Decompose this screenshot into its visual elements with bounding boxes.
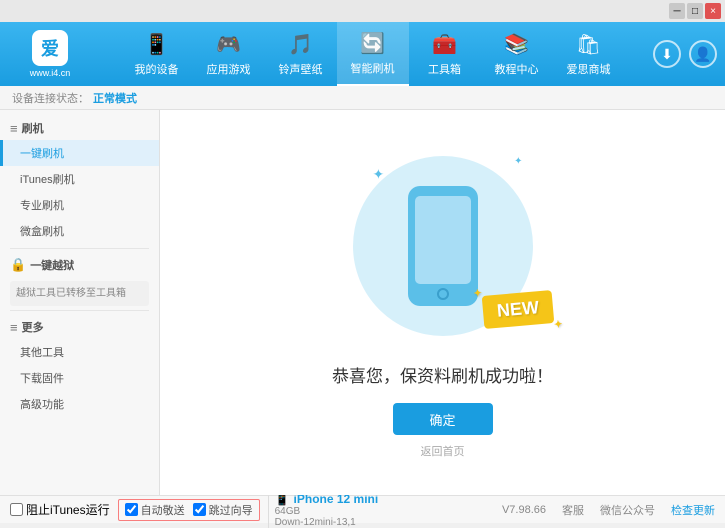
nav-item-my-device[interactable]: 📱 我的设备 — [121, 22, 193, 86]
nav-item-ringtones-label: 铃声壁纸 — [279, 61, 323, 77]
stop-itunes-label: 阻止iTunes运行 — [26, 501, 110, 518]
bottom-left: 阻止iTunes运行 自动敬送 跳过向导 📱 iPhone 12 mini 64… — [10, 492, 502, 528]
nav-item-ringtones[interactable]: 🎵 铃声壁纸 — [265, 22, 337, 86]
auto-send-checkbox-item: 自动敬送 — [125, 502, 185, 518]
nav-item-toolbox[interactable]: 🧰 工具箱 — [409, 22, 481, 86]
tutorials-icon: 📚 — [504, 32, 529, 57]
check-update-link[interactable]: 检查更新 — [671, 502, 715, 518]
minimize-button[interactable]: ─ — [669, 3, 685, 19]
nav-item-apps-games[interactable]: 🎮 应用游戏 — [193, 22, 265, 86]
sparkle-top-right: ✦ — [514, 156, 522, 167]
version-text: V7.98.66 — [502, 504, 546, 516]
sidebar-section-flash: ≡ 刷机 — [0, 116, 159, 140]
sidebar-item-download-fw[interactable]: 下载固件 — [0, 365, 159, 391]
bottom-right: V7.98.66 客服 微信公众号 检查更新 — [502, 502, 715, 518]
download-button[interactable]: ⬇ — [653, 40, 681, 68]
wechat-link[interactable]: 微信公众号 — [600, 502, 655, 518]
nav-item-smart-flash[interactable]: 🔄 智能刷机 — [337, 22, 409, 86]
sidebar-section-jailbreak: 🔒 一键越狱 — [0, 253, 159, 277]
sidebar: ≡ 刷机 一键刷机 iTunes刷机 专业刷机 微盒刷机 🔒 一键越狱 越狱工具… — [0, 110, 160, 495]
sidebar-divider-1 — [10, 248, 149, 249]
confirm-button[interactable]: 确定 — [393, 403, 493, 435]
auto-send-checkbox[interactable] — [125, 503, 138, 516]
phone-body — [408, 186, 478, 306]
skip-wizard-checkbox[interactable] — [193, 503, 206, 516]
success-text: 恭喜您，保资料刷机成功啦！ — [332, 362, 553, 387]
logo-icon: 爱 — [32, 30, 68, 66]
title-bar: ─ □ × — [0, 0, 725, 22]
close-button[interactable]: × — [705, 3, 721, 19]
new-badge: NEW — [481, 290, 554, 329]
store-icon: 🛍 — [576, 32, 601, 57]
phone-screen — [415, 196, 471, 284]
header: 爱 www.i4.cn 📱 我的设备 🎮 应用游戏 🎵 铃声壁纸 🔄 智能刷机 … — [0, 22, 725, 86]
skip-wizard-label: 跳过向导 — [209, 502, 253, 518]
logo-area: 爱 www.i4.cn — [0, 30, 100, 78]
stop-itunes-checkbox[interactable] — [10, 503, 23, 516]
sidebar-item-other-tools[interactable]: 其他工具 — [0, 339, 159, 365]
nav-item-store[interactable]: 🛍 爱思商城 — [553, 22, 625, 86]
nav-item-toolbox-label: 工具箱 — [428, 61, 461, 77]
back-link[interactable]: 返回首页 — [421, 443, 465, 459]
device-info-panel: 📱 iPhone 12 mini 64GB Down-12mini-13,1 — [268, 492, 379, 528]
lock-icon: 🔒 — [10, 257, 26, 273]
jailbreak-section-title: 一键越狱 — [30, 257, 74, 273]
status-label: 设备连接状态： — [12, 90, 89, 106]
stop-itunes-area: 阻止iTunes运行 — [10, 501, 110, 518]
ringtones-icon: 🎵 — [288, 32, 313, 57]
checkbox-border-box: 自动敬送 跳过向导 — [118, 499, 260, 521]
flash-section-title: 刷机 — [22, 120, 44, 136]
sidebar-item-pro-flash[interactable]: 专业刷机 — [0, 192, 159, 218]
nav-item-my-device-label: 我的设备 — [135, 61, 179, 77]
flash-section-icon: ≡ — [10, 121, 18, 136]
nav-item-tutorials-label: 教程中心 — [495, 61, 539, 77]
header-right: ⬇ 👤 — [645, 40, 725, 68]
device-storage: 64GB — [275, 506, 379, 517]
sidebar-item-wipe-flash[interactable]: 微盒刷机 — [0, 218, 159, 244]
user-button[interactable]: 👤 — [689, 40, 717, 68]
sidebar-section-more: ≡ 更多 — [0, 315, 159, 339]
maximize-button[interactable]: □ — [687, 3, 703, 19]
nav-item-smart-flash-label: 智能刷机 — [351, 60, 395, 76]
support-link[interactable]: 客服 — [562, 502, 584, 518]
toolbox-icon: 🧰 — [432, 32, 457, 57]
sidebar-divider-2 — [10, 310, 149, 311]
my-device-icon: 📱 — [144, 32, 169, 57]
more-section-title: 更多 — [22, 319, 44, 335]
sparkle-top-left: ✦ — [373, 166, 385, 183]
smart-flash-icon: 🔄 — [360, 31, 385, 56]
sidebar-item-one-key-flash[interactable]: 一键刷机 — [0, 140, 159, 166]
auto-send-label: 自动敬送 — [141, 502, 185, 518]
nav-item-apps-games-label: 应用游戏 — [207, 61, 251, 77]
nav-item-store-label: 爱思商城 — [567, 61, 611, 77]
skip-wizard-checkbox-item: 跳过向导 — [193, 502, 253, 518]
logo-text: www.i4.cn — [30, 68, 71, 78]
sidebar-item-itunes-flash[interactable]: iTunes刷机 — [0, 166, 159, 192]
phone-illustration: NEW ✦ ✦ — [343, 146, 543, 346]
more-section-icon: ≡ — [10, 320, 18, 335]
bottom-bar: 阻止iTunes运行 自动敬送 跳过向导 📱 iPhone 12 mini 64… — [0, 495, 725, 523]
sidebar-item-advanced[interactable]: 高级功能 — [0, 391, 159, 417]
sidebar-info-box: 越狱工具已转移至工具箱 — [10, 281, 149, 306]
status-bar: 设备连接状态： 正常模式 — [0, 86, 725, 110]
content-area: NEW ✦ ✦ 恭喜您，保资料刷机成功啦！ 确定 返回首页 — [160, 110, 725, 495]
status-value: 正常模式 — [93, 90, 137, 106]
device-model: Down-12mini-13,1 — [275, 517, 379, 528]
main-layout: ≡ 刷机 一键刷机 iTunes刷机 专业刷机 微盒刷机 🔒 一键越狱 越狱工具… — [0, 110, 725, 495]
phone-home-button — [437, 288, 449, 300]
nav-items: 📱 我的设备 🎮 应用游戏 🎵 铃声壁纸 🔄 智能刷机 🧰 工具箱 📚 教程中心… — [100, 22, 645, 86]
nav-item-tutorials[interactable]: 📚 教程中心 — [481, 22, 553, 86]
apps-games-icon: 🎮 — [216, 32, 241, 57]
